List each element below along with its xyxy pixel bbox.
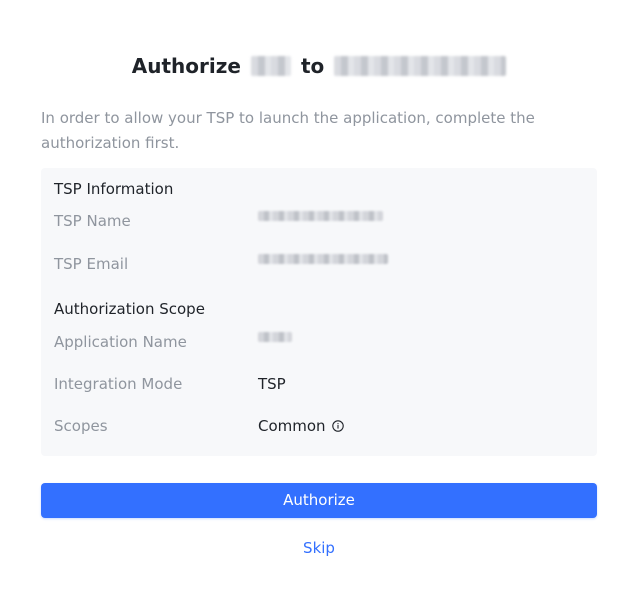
info-circle-icon[interactable] xyxy=(331,420,344,432)
tsp-email-label: TSP Email xyxy=(54,255,129,273)
application-name-label: Application Name xyxy=(54,333,187,351)
tsp-name-value xyxy=(258,211,383,221)
authorization-page: Authorize to In order to allow your TSP … xyxy=(0,0,638,598)
redacted-tsp-name xyxy=(258,211,383,221)
application-name-value xyxy=(258,332,292,342)
authorization-scope-heading: Authorization Scope xyxy=(54,300,205,318)
page-title: Authorize to xyxy=(0,52,638,80)
scopes-label: Scopes xyxy=(54,417,108,435)
tsp-information-heading: TSP Information xyxy=(54,180,174,198)
scopes-value: Common xyxy=(258,416,344,436)
redacted-tenant-name xyxy=(334,56,507,76)
tsp-email-value xyxy=(258,254,388,264)
title-connector: to xyxy=(300,54,325,78)
tsp-name-label: TSP Name xyxy=(54,212,131,230)
integration-mode-value: TSP xyxy=(258,375,286,393)
scopes-value-text: Common xyxy=(258,417,326,435)
redacted-app-name xyxy=(250,56,291,76)
details-panel: TSP Information TSP Name TSP Email Autho… xyxy=(41,168,597,456)
authorize-button[interactable]: Authorize xyxy=(41,483,597,518)
title-prefix: Authorize xyxy=(131,54,241,78)
integration-mode-label: Integration Mode xyxy=(54,375,183,393)
intro-text: In order to allow your TSP to launch the… xyxy=(41,109,535,152)
redacted-tsp-email xyxy=(258,254,388,264)
redacted-application-name xyxy=(258,332,292,342)
skip-link[interactable]: Skip xyxy=(0,538,638,558)
